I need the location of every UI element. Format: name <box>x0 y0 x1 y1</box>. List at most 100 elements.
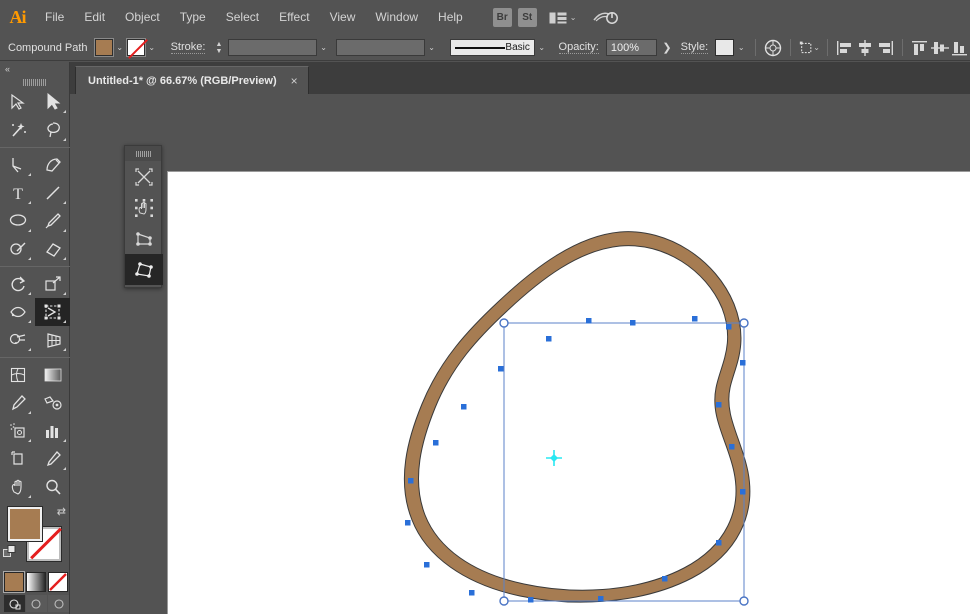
toolbar-separator-2 <box>0 266 70 267</box>
align-center-button[interactable] <box>855 38 875 58</box>
bbox-handle-br[interactable] <box>740 597 748 605</box>
magic-wand-tool[interactable] <box>0 116 35 144</box>
menu-file[interactable]: File <box>35 0 74 35</box>
opacity-expand-icon[interactable]: ❯ <box>662 41 671 54</box>
draw-inside-button[interactable] <box>48 595 69 612</box>
artboard[interactable] <box>167 171 970 614</box>
draw-behind-button[interactable] <box>26 595 47 612</box>
tool-flyout-indicator <box>63 110 66 113</box>
eraser-tool[interactable] <box>35 235 70 263</box>
shape-builder-tool[interactable] <box>0 326 35 354</box>
toolbar-collapse-button[interactable]: « <box>0 62 69 76</box>
stock-button[interactable]: St <box>518 8 537 27</box>
brush-stroke-preview-icon <box>455 47 505 49</box>
eyedropper-tool[interactable] <box>0 389 35 417</box>
align-right-button[interactable] <box>875 38 895 58</box>
align-top-button[interactable] <box>910 38 930 58</box>
mesh-tool[interactable] <box>0 361 35 389</box>
fill-color-swatch[interactable] <box>95 39 113 56</box>
curvature-tool[interactable] <box>35 151 70 179</box>
toolbar-separator-3 <box>0 357 70 358</box>
default-fill-stroke-button[interactable] <box>3 545 19 566</box>
stroke-weight-input[interactable] <box>228 39 316 56</box>
brush-definition-caret-icon[interactable]: ⌄ <box>535 39 549 56</box>
lasso-tool[interactable] <box>35 116 70 144</box>
close-icon[interactable]: × <box>291 75 298 87</box>
swap-fill-stroke-icon[interactable]: ⇄ <box>57 505 66 518</box>
align-bottom-button[interactable] <box>950 38 970 58</box>
color-mode-button[interactable] <box>4 572 24 592</box>
document-tab[interactable]: Untitled-1* @ 66.67% (RGB/Preview) × <box>75 66 309 94</box>
symbol-sprayer-icon <box>9 422 27 440</box>
ellipse-tool[interactable] <box>0 207 35 235</box>
fill-dropdown-caret-icon[interactable]: ⌄ <box>113 39 127 56</box>
hand-tool[interactable] <box>0 473 35 501</box>
stroke-weight-stepper[interactable]: ▲ ▼ <box>215 41 225 55</box>
selection-tool[interactable] <box>0 88 35 116</box>
style-caret-icon[interactable]: ⌄ <box>734 39 748 56</box>
stroke-dropdown-caret-icon[interactable]: ⌄ <box>145 39 159 56</box>
direct-selection-tool[interactable] <box>35 88 70 116</box>
menu-effect[interactable]: Effect <box>269 0 319 35</box>
recolor-artwork-button[interactable] <box>763 38 783 58</box>
graphic-style-swatch[interactable] <box>715 39 734 56</box>
opacity-input[interactable]: 100% <box>606 39 658 56</box>
brush-definition-select[interactable]: Basic <box>450 39 534 56</box>
shaper-tool[interactable] <box>0 235 35 263</box>
free-transform-panel-grip[interactable] <box>125 146 161 161</box>
transform-panel-button[interactable]: ⌄ <box>798 38 820 58</box>
draw-normal-button[interactable] <box>4 595 25 612</box>
free-transform-tool[interactable] <box>35 298 70 326</box>
symbol-sprayer-tool[interactable] <box>0 417 35 445</box>
menu-type[interactable]: Type <box>170 0 216 35</box>
align-middle-button[interactable] <box>930 38 950 58</box>
perspective-grid-icon <box>44 331 62 349</box>
free-distort-button[interactable] <box>125 254 163 285</box>
gradient-mode-button[interactable] <box>26 572 46 592</box>
artboard-tool[interactable] <box>0 445 35 473</box>
stroke-weight-caret-icon[interactable]: ⌄ <box>317 39 331 56</box>
gradient-icon <box>43 367 63 383</box>
perspective-distort-button[interactable] <box>125 223 163 254</box>
direct-selection-arrow-icon <box>44 93 61 111</box>
align-left-button[interactable] <box>835 38 855 58</box>
stroke-profile-caret-icon[interactable]: ⌄ <box>425 39 439 56</box>
constrain-button[interactable] <box>125 161 163 192</box>
menu-object[interactable]: Object <box>115 0 170 35</box>
menu-view[interactable]: View <box>320 0 366 35</box>
gradient-tool[interactable] <box>35 361 70 389</box>
stepper-down-icon: ▼ <box>215 48 225 55</box>
bbox-handle-tl[interactable] <box>500 319 508 327</box>
hand-icon <box>9 478 27 496</box>
slice-tool[interactable] <box>35 445 70 473</box>
menu-help[interactable]: Help <box>428 0 473 35</box>
menu-window[interactable]: Window <box>365 0 428 35</box>
type-tool[interactable]: T <box>0 179 35 207</box>
toolbar-drag-grip[interactable] <box>0 76 69 88</box>
search-adobe-icon[interactable] <box>592 8 620 28</box>
none-mode-button[interactable] <box>48 572 68 592</box>
paintbrush-tool[interactable] <box>35 207 70 235</box>
free-transform-button[interactable] <box>125 192 163 223</box>
rotate-tool[interactable] <box>0 270 35 298</box>
bridge-button[interactable]: Br <box>493 8 512 27</box>
perspective-grid-tool[interactable] <box>35 326 70 354</box>
scale-tool[interactable] <box>35 270 70 298</box>
toolbar-fill-swatch[interactable] <box>8 507 42 541</box>
menu-edit[interactable]: Edit <box>74 0 115 35</box>
width-tool[interactable] <box>0 298 35 326</box>
canvas-area[interactable] <box>70 94 970 614</box>
menu-select[interactable]: Select <box>216 0 269 35</box>
blend-tool[interactable] <box>35 389 70 417</box>
arrange-documents-button[interactable]: ⌄ <box>549 11 577 25</box>
menu-bar: Ai File Edit Object Type Select Effect V… <box>0 0 970 35</box>
column-graph-tool[interactable] <box>35 417 70 445</box>
zoom-tool[interactable] <box>35 473 70 501</box>
pen-tool[interactable] <box>0 151 35 179</box>
line-segment-tool[interactable] <box>35 179 70 207</box>
bbox-handle-bl[interactable] <box>500 597 508 605</box>
stroke-color-swatch[interactable] <box>127 39 145 56</box>
bbox-handle-tr[interactable] <box>740 319 748 327</box>
stroke-profile-input[interactable] <box>336 39 424 56</box>
width-icon <box>9 303 27 321</box>
